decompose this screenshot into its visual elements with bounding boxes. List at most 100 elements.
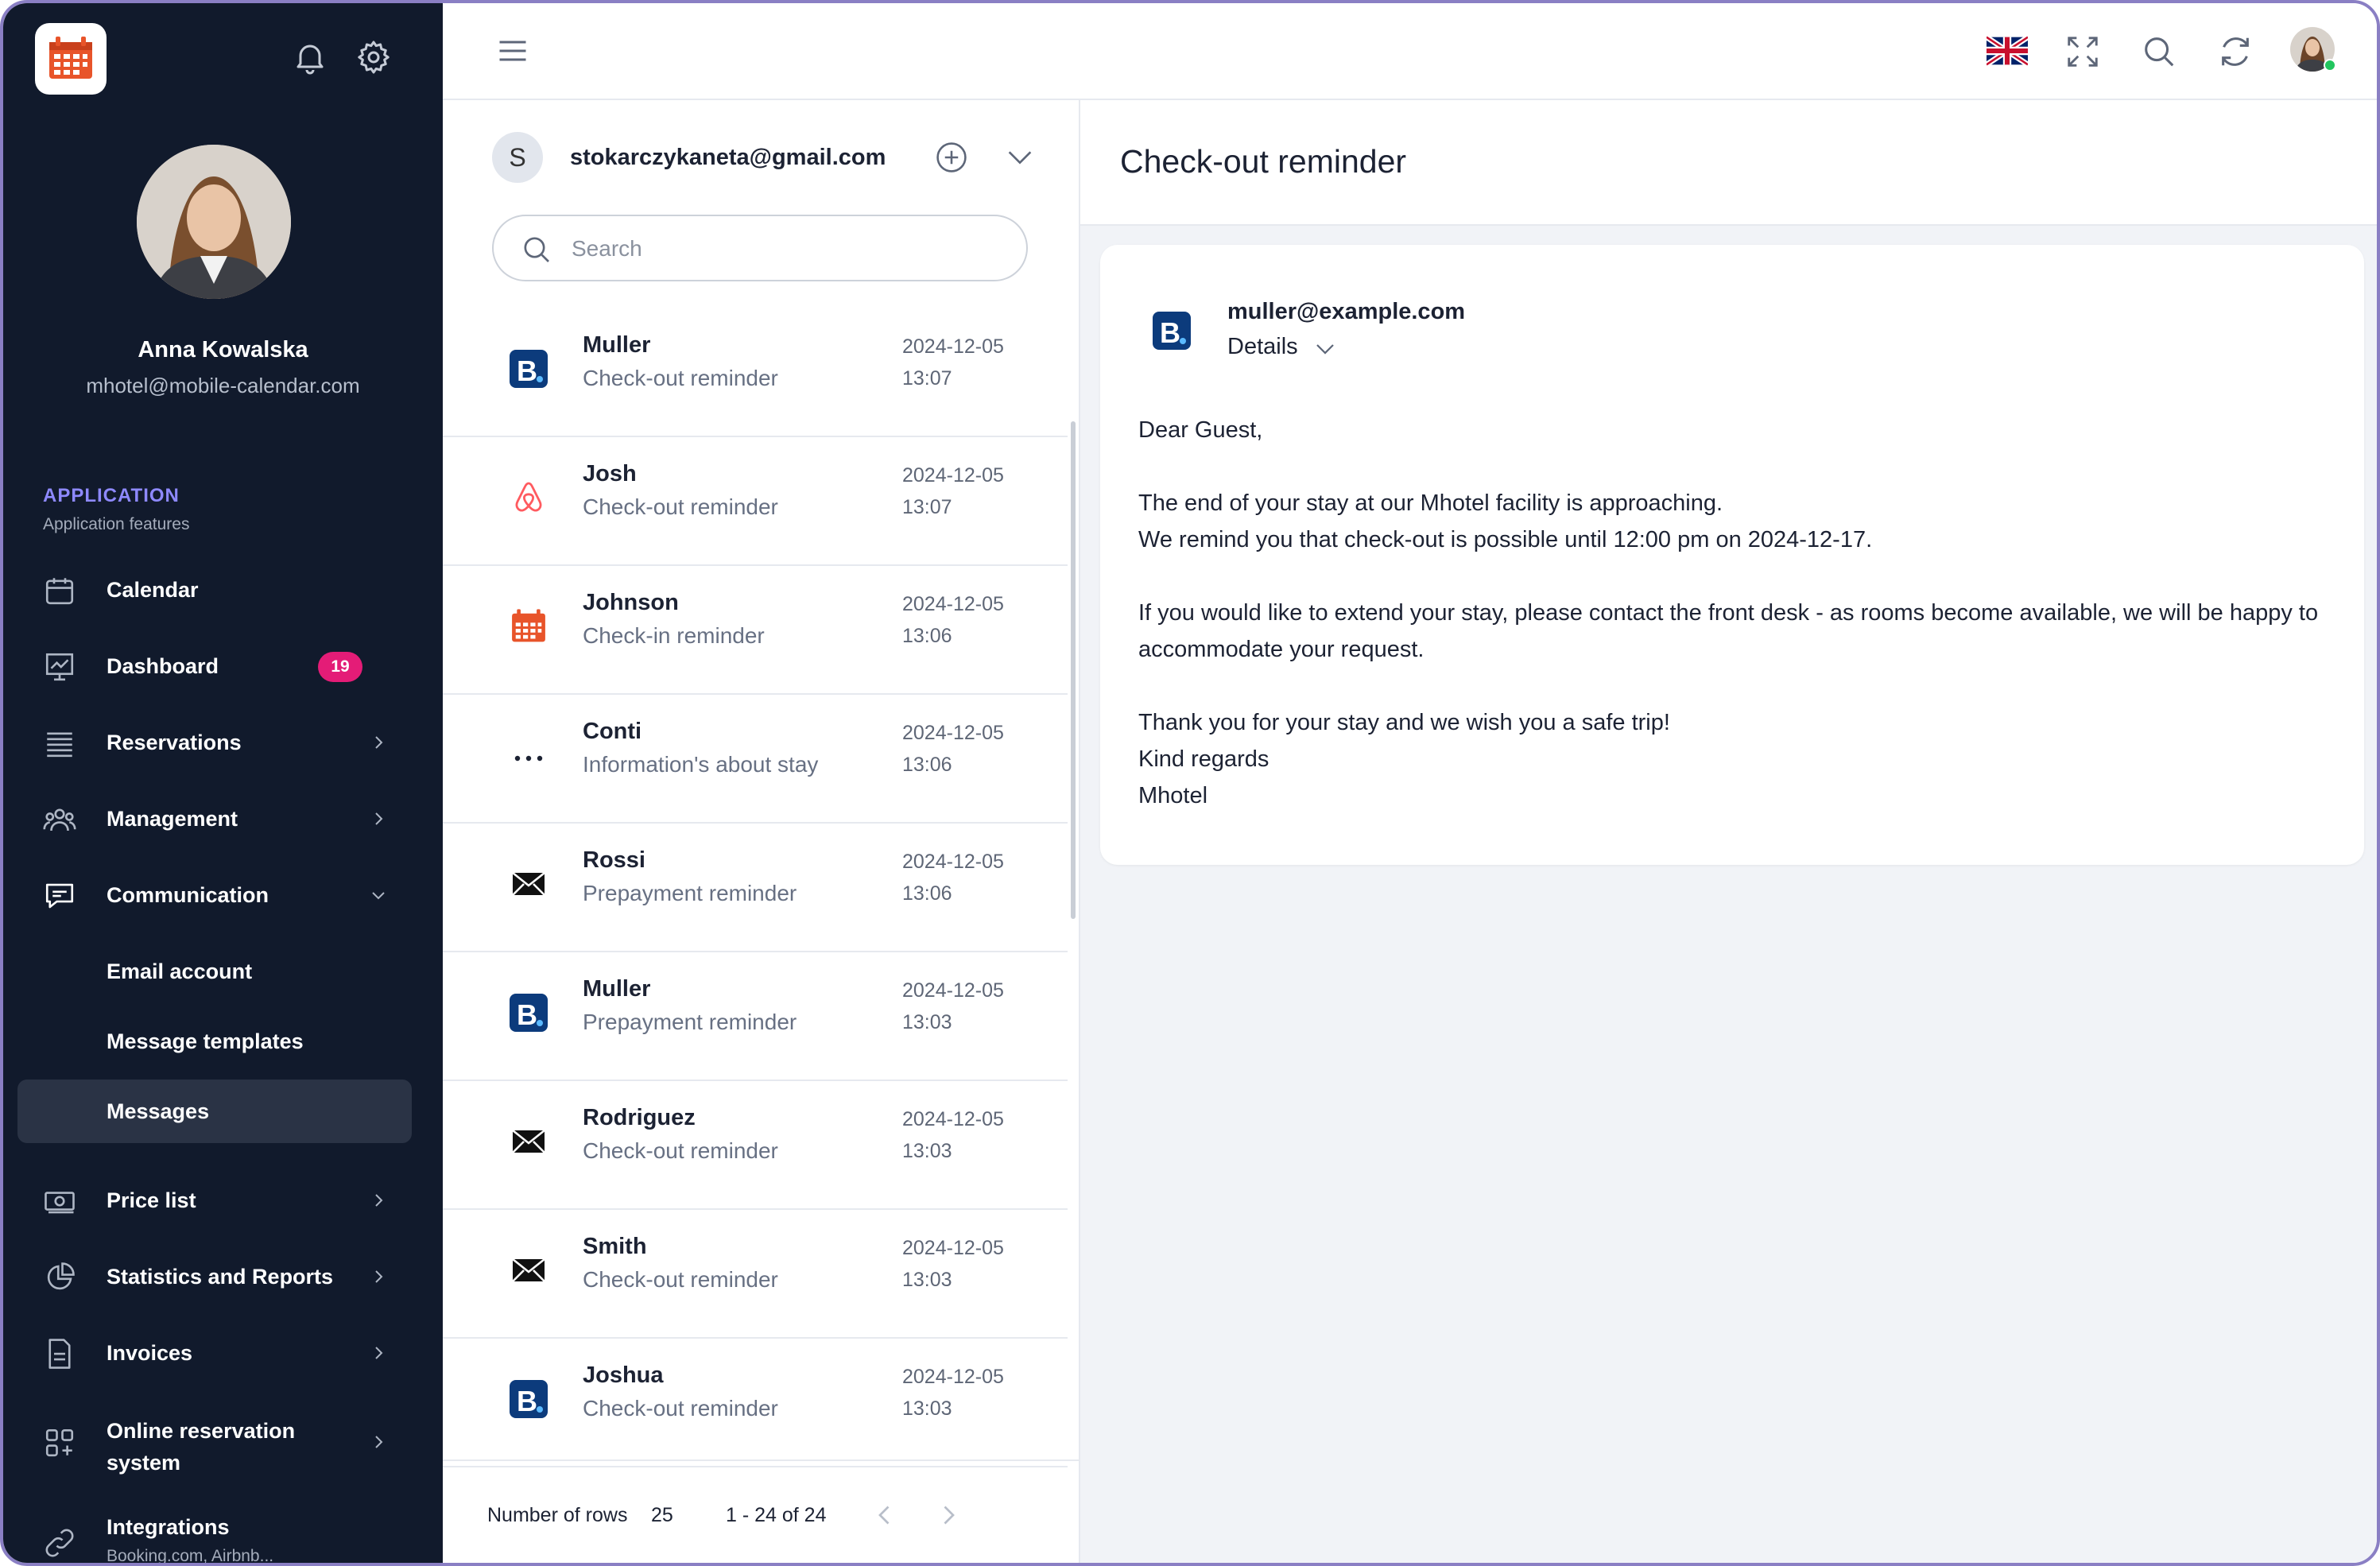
message-source: [506, 475, 551, 520]
message-date: 2024-12-05: [902, 593, 1004, 615]
sidebar-subitem-message-templates[interactable]: Message templates: [17, 1010, 412, 1073]
user-portrait-icon: [137, 145, 291, 299]
chevron-down-icon[interactable]: [1313, 337, 1337, 361]
message-date: 2024-12-05: [902, 464, 1004, 486]
bell-icon[interactable]: [291, 38, 329, 76]
message-sender: Muller: [583, 976, 651, 1002]
more-dots-icon: [514, 755, 543, 762]
sidebar-item-calendar[interactable]: Calendar: [17, 558, 412, 622]
message-subject: Check-out reminder: [583, 494, 778, 519]
user-name: Anna Kowalska: [138, 337, 308, 362]
sidebar-item-statistics[interactable]: Statistics and Reports: [17, 1245, 412, 1308]
message-row[interactable]: B Joshua Check-out reminder 2024-12-05 13:03: [443, 1339, 1068, 1467]
message-time: 13:06: [902, 882, 952, 905]
message-sender: Joshua: [583, 1362, 664, 1388]
message-body-line: The end of your stay at our Mhotel facil…: [1138, 490, 1723, 516]
message-body-line: Kind regards: [1138, 746, 1269, 772]
svg-text:B: B: [517, 355, 537, 387]
message-time: 13:03: [902, 1397, 952, 1420]
chevron-left-icon[interactable]: [870, 1501, 899, 1529]
message-time: 13:06: [902, 754, 952, 776]
sidebar-item-label: Invoices: [107, 1340, 193, 1365]
details-toggle[interactable]: Details: [1227, 334, 1298, 360]
scrollbar[interactable]: [1071, 421, 1076, 919]
message-row[interactable]: Rossi Prepayment reminder 2024-12-05 13:06: [443, 824, 1068, 952]
sidebar-item-reservations[interactable]: Reservations: [17, 711, 412, 774]
list-icon: [47, 732, 72, 758]
chevron-right-icon: [375, 1194, 383, 1207]
message-subject: Prepayment reminder: [583, 881, 797, 905]
message-source: B: [506, 990, 551, 1035]
sidebar-subitem-email-account[interactable]: Email account: [17, 940, 412, 1003]
message-row[interactable]: Josh Check-out reminder 2024-12-05 13:07: [443, 437, 1068, 566]
chevron-right-icon[interactable]: [934, 1501, 963, 1529]
link-icon: [45, 1529, 74, 1557]
integrations-subtitle: Booking.com, Airbnb...: [107, 1547, 274, 1565]
svg-text:B: B: [517, 1385, 537, 1417]
message-sender: Smith: [583, 1234, 647, 1259]
app-window: Anna Kowalska mhotel@mobile-calendar.com…: [0, 0, 2380, 1566]
message-source: [506, 862, 551, 906]
chevron-right-icon: [375, 736, 383, 749]
message-sender: Josh: [583, 461, 637, 486]
message-sender: Rodriguez: [583, 1105, 696, 1130]
message-subject: Check-in reminder: [583, 623, 765, 648]
sidebar-subitem-messages[interactable]: Messages: [17, 1080, 412, 1143]
fullscreen-icon[interactable]: [2064, 33, 2101, 70]
booking-icon: B: [510, 350, 548, 388]
gear-icon[interactable]: [355, 38, 393, 76]
sidebar-item-label: Dashboard: [107, 653, 219, 678]
sidebar-item-price-list[interactable]: Price list: [17, 1169, 412, 1232]
message-source: [506, 733, 551, 777]
message-date: 2024-12-05: [902, 722, 1004, 744]
chevron-down-icon[interactable]: [1004, 141, 1036, 173]
search-field[interactable]: [492, 215, 1028, 281]
section-title: APPLICATION: [43, 485, 180, 506]
chat-bubble-icon: [45, 883, 74, 909]
sidebar-item-management[interactable]: Management: [17, 787, 412, 851]
sidebar-item-dashboard[interactable]: Dashboard 19: [17, 634, 412, 698]
message-row[interactable]: Johnson Check-in reminder 2024-12-05 13:06: [443, 566, 1068, 695]
uk-flag-icon[interactable]: [1987, 35, 2028, 67]
message-row[interactable]: Rodriguez Check-out reminder 2024-12-05 13:…: [443, 1081, 1068, 1210]
message-time: 13:07: [902, 367, 952, 390]
message-time: 13:03: [902, 1269, 952, 1291]
message-date: 2024-12-05: [902, 979, 1004, 1002]
envelope-icon: [512, 871, 545, 896]
message-row[interactable]: B Muller Check-out reminder 2024-12-05 13:07: [443, 308, 1068, 437]
sidebar-item-integrations[interactable]: Integrations: [17, 1498, 412, 1557]
add-circle-icon[interactable]: [934, 140, 969, 175]
apps-grid-icon: [45, 1428, 74, 1457]
sidebar-item-label: Statistics and Reports: [107, 1264, 334, 1289]
message-detail-header: Check-out reminder: [1080, 100, 2377, 226]
refresh-icon[interactable]: [2217, 33, 2254, 70]
message-card: B muller@example.com Details Dear Guest,…: [1100, 245, 2364, 865]
sidebar-item-online-reservation[interactable]: Online reservation system: [17, 1410, 412, 1479]
sidebar-item-invoices[interactable]: Invoices: [17, 1321, 412, 1385]
app-logo[interactable]: [35, 23, 107, 95]
search-input[interactable]: [572, 229, 1001, 269]
rows-per-page-select[interactable]: 25: [651, 1504, 673, 1527]
message-sender: Conti: [583, 719, 642, 744]
sidebar-item-label: Message templates: [107, 1029, 304, 1053]
message-source: [506, 604, 551, 649]
message-row[interactable]: Smith Check-out reminder 2024-12-05 13:03: [443, 1210, 1068, 1339]
message-source: [506, 1119, 551, 1164]
sidebar-item-label: Reservations: [107, 730, 242, 754]
search-icon[interactable]: [2141, 33, 2177, 70]
message-body-line: Mhotel: [1138, 783, 1208, 808]
message-sender: Rossi: [583, 847, 645, 873]
menu-hamburger-icon[interactable]: [495, 33, 530, 68]
message-row[interactable]: B Muller Prepayment reminder 2024-12-05 13:0…: [443, 952, 1068, 1081]
users-group-icon: [43, 808, 76, 831]
user-avatar: [137, 145, 291, 299]
sidebar-item-communication[interactable]: Communication: [17, 863, 412, 927]
message-row[interactable]: Conti Information's about stay 2024-12-05 1…: [443, 695, 1068, 824]
message-date: 2024-12-05: [902, 851, 1004, 873]
svg-text:B: B: [1160, 316, 1180, 349]
account-email[interactable]: stokarczykaneta@gmail.com: [570, 145, 886, 171]
chevron-right-icon: [375, 1270, 383, 1283]
message-sender: Johnson: [583, 590, 679, 615]
message-body-line: If you would like to extend your stay, p…: [1138, 600, 2319, 662]
rows-label: Number of rows: [487, 1504, 628, 1526]
